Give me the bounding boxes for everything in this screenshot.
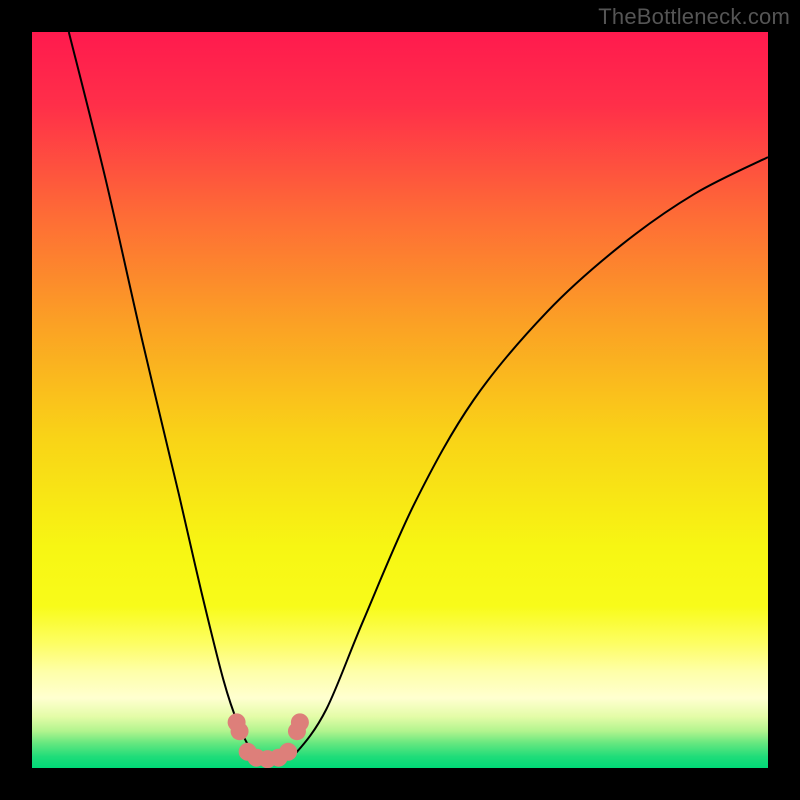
highlight-dot — [291, 713, 309, 731]
watermark-text: TheBottleneck.com — [598, 4, 790, 30]
chart-frame: TheBottleneck.com — [0, 0, 800, 800]
bottleneck-curve-path — [69, 32, 768, 759]
highlight-dot — [279, 743, 297, 761]
highlight-dots-group — [228, 713, 309, 768]
chart-curve — [32, 32, 768, 768]
highlight-dot — [231, 722, 249, 740]
plot-area — [32, 32, 768, 768]
